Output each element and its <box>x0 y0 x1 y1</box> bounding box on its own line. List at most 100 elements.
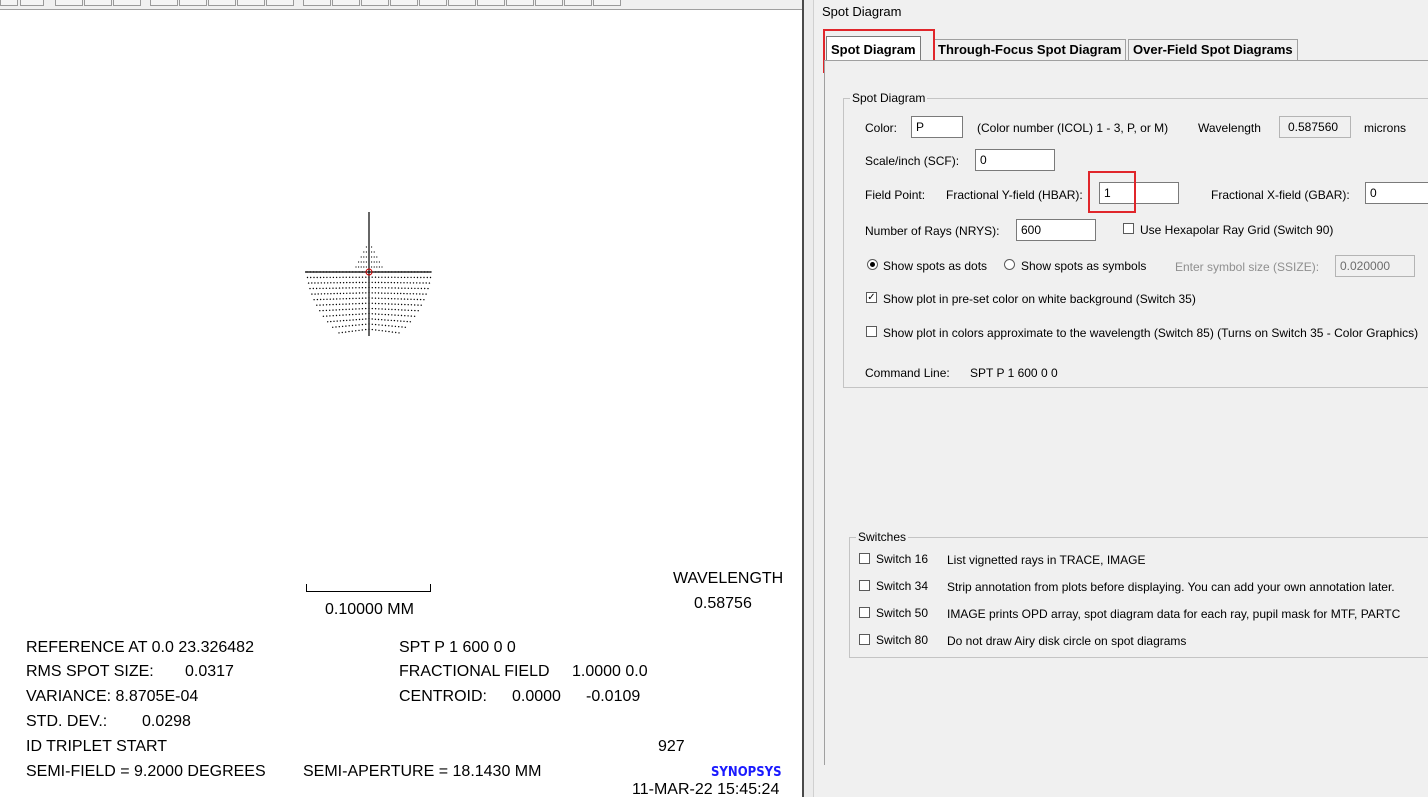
toolbar-button[interactable] <box>564 0 592 6</box>
spot-dot <box>361 281 364 284</box>
toolbar-button[interactable] <box>55 0 83 6</box>
toolbar-button[interactable] <box>113 0 141 6</box>
wavelength-color-checkbox[interactable] <box>866 326 877 337</box>
spot-dot <box>404 326 406 328</box>
spot-dot <box>423 299 425 301</box>
spot-dot <box>333 320 335 322</box>
spot-dot <box>373 261 375 263</box>
spot-dot <box>346 292 348 294</box>
spot-dot <box>388 308 390 310</box>
spot-dot <box>335 287 337 289</box>
toolbar-button[interactable] <box>448 0 476 6</box>
spots-as-dots-radio[interactable] <box>867 259 878 270</box>
spot-dot <box>320 282 322 284</box>
toolbar-button[interactable] <box>150 0 178 6</box>
toolbar-button[interactable] <box>390 0 418 6</box>
spot-dot <box>346 281 348 284</box>
spot-dot <box>378 302 380 305</box>
spot-dot <box>349 292 351 294</box>
splitter[interactable] <box>802 0 814 797</box>
switch-80-checkbox[interactable] <box>859 634 870 645</box>
toolbar-button[interactable] <box>419 0 447 6</box>
spot-dot <box>361 329 363 331</box>
scale-input[interactable] <box>975 149 1055 171</box>
spot-dot <box>404 315 406 317</box>
spot-dot <box>316 276 318 279</box>
toolbar-button[interactable] <box>179 0 207 6</box>
spot-dot <box>348 325 350 327</box>
toolbar-button[interactable] <box>208 0 236 6</box>
toolbar-button[interactable] <box>477 0 505 6</box>
toolbar-button[interactable] <box>237 0 265 6</box>
toolbar-button[interactable] <box>332 0 360 6</box>
spot-dot <box>355 276 357 278</box>
spot-dot <box>377 281 380 284</box>
toolbar-button[interactable] <box>506 0 534 6</box>
spot-dot <box>316 298 319 301</box>
toolbar-button[interactable] <box>303 0 331 6</box>
spot-dot <box>351 330 353 332</box>
spot-dot <box>315 287 318 290</box>
std-value: 0.0298 <box>142 713 191 730</box>
color-input[interactable] <box>911 116 963 138</box>
spot-dot <box>373 266 375 268</box>
toolbar-button[interactable] <box>84 0 112 6</box>
spot-dot <box>371 323 373 325</box>
spot-dot <box>329 298 331 300</box>
spot-dot <box>381 297 383 300</box>
spot-dot <box>327 282 329 284</box>
std-label: STD. DEV.: <box>26 713 108 730</box>
tab-over-field[interactable]: Over-Field Spot Diagrams <box>1128 39 1298 61</box>
hbar-input[interactable] <box>1099 182 1179 204</box>
spot-dot <box>381 324 383 326</box>
spot-dot <box>419 282 421 284</box>
dialog-title: Spot Diagram <box>822 4 902 19</box>
symbol-size-input[interactable] <box>1335 255 1415 277</box>
spots-as-symbols-radio[interactable] <box>1004 259 1015 270</box>
toolbar-button[interactable] <box>20 0 44 6</box>
spot-dot <box>361 276 364 278</box>
spot-dot <box>394 325 397 328</box>
spot-dot <box>381 292 383 294</box>
toolbar-button[interactable] <box>593 0 621 6</box>
spot-dot <box>384 287 387 289</box>
switch-34-checkbox[interactable] <box>859 580 870 591</box>
spot-dot <box>336 320 338 322</box>
switch-16-checkbox[interactable] <box>859 553 870 564</box>
spot-dot <box>352 319 354 321</box>
tab-through-focus[interactable]: Through-Focus Spot Diagram <box>933 39 1127 61</box>
switch-34-desc: Strip annotation from plots before displ… <box>947 580 1395 594</box>
spot-dot <box>332 298 335 300</box>
toolbar-button[interactable] <box>361 0 389 6</box>
spot-dot <box>332 315 334 317</box>
spot-dot <box>377 318 380 321</box>
tab-spot-diagram[interactable]: Spot Diagram <box>826 36 921 62</box>
spot-dot <box>417 304 419 306</box>
spot-dot <box>374 276 377 278</box>
spot-dot <box>410 287 413 289</box>
toolbar-button[interactable] <box>0 0 18 6</box>
spot-dot <box>341 331 343 334</box>
hexapolar-checkbox[interactable] <box>1123 223 1134 234</box>
spot-dot <box>413 298 415 301</box>
spot-dot <box>322 315 325 317</box>
toolbar-button[interactable] <box>535 0 563 6</box>
spot-dot <box>361 287 364 289</box>
spot-dot <box>396 292 399 295</box>
toolbar-button[interactable] <box>266 0 294 6</box>
spot-dot <box>371 307 373 310</box>
nrays-input[interactable] <box>1016 219 1096 241</box>
spot-dot <box>373 256 375 258</box>
gbar-input[interactable] <box>1365 182 1428 204</box>
preset-color-checkbox[interactable]: ✓ <box>866 292 877 303</box>
switch-50-checkbox[interactable] <box>859 607 870 618</box>
spot-dot <box>416 298 419 301</box>
spot-dot <box>374 308 377 310</box>
spot-dot <box>333 292 335 295</box>
spot-dot <box>403 282 405 284</box>
spot-dot <box>338 303 341 305</box>
spot-dot <box>407 309 409 311</box>
spot-dot <box>416 276 419 279</box>
spot-dot <box>398 326 400 328</box>
reference-text: REFERENCE AT 0.0 23.326482 <box>26 639 254 656</box>
